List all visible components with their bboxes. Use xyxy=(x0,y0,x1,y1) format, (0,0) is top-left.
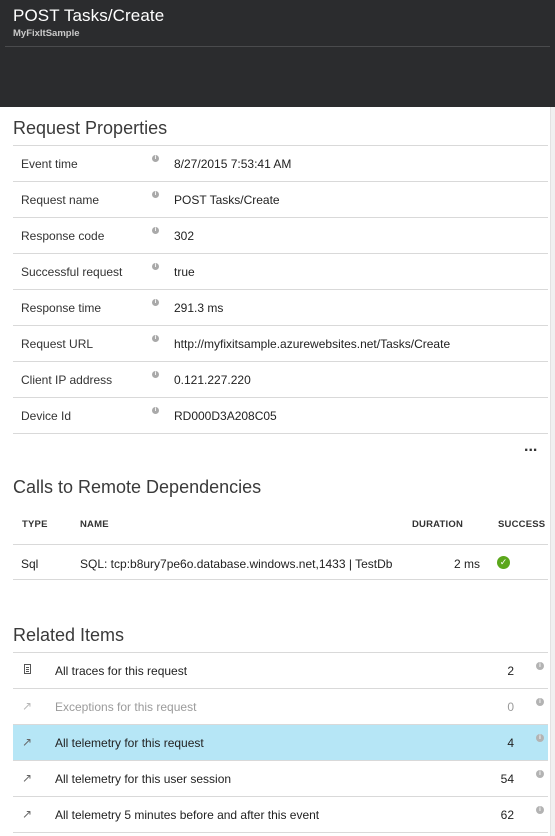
column-header-success[interactable]: SUCCESS xyxy=(498,519,545,530)
info-icon[interactable]: i xyxy=(152,299,159,306)
property-value: http://myfixitsample.azurewebsites.net/T… xyxy=(174,337,451,351)
related-item-traces[interactable]: All traces for this request 2 i xyxy=(13,652,548,688)
info-icon[interactable]: i xyxy=(152,155,159,162)
info-icon[interactable]: i xyxy=(536,662,544,670)
info-icon[interactable]: i xyxy=(152,407,159,414)
properties-bottom-divider xyxy=(13,433,548,434)
property-row-successful-request: Successful request i true xyxy=(13,253,548,289)
more-options-button[interactable]: ... xyxy=(524,439,537,455)
info-icon[interactable]: i xyxy=(152,371,159,378)
page-subtitle: MyFixItSample xyxy=(13,28,80,39)
related-item-telemetry-session[interactable]: ↗ All telemetry for this user session 54… xyxy=(13,760,548,796)
dependency-duration: 2 ms xyxy=(453,557,480,571)
info-icon[interactable]: i xyxy=(536,698,544,706)
property-label: Request name xyxy=(21,193,100,207)
property-row-response-time: Response time i 291.3 ms xyxy=(13,289,548,325)
column-header-duration[interactable]: DURATION xyxy=(412,519,463,530)
info-icon[interactable]: i xyxy=(152,335,159,342)
property-value: POST Tasks/Create xyxy=(174,193,280,207)
property-label: Response time xyxy=(21,301,102,315)
info-icon[interactable]: i xyxy=(536,806,544,814)
related-item-count: 4 xyxy=(507,736,514,750)
arrow-link-icon: ↗ xyxy=(21,699,33,713)
property-label: Response code xyxy=(21,229,105,243)
table-row[interactable]: Sql SQL: tcp:b8ury7pe6o.database.windows… xyxy=(13,544,548,580)
arrow-link-icon: ↗ xyxy=(21,807,33,821)
related-item-count: 62 xyxy=(500,808,514,822)
property-value: 8/27/2015 7:53:41 AM xyxy=(174,157,292,171)
page-title: POST Tasks/Create xyxy=(13,6,165,25)
related-item-label: All telemetry for this request xyxy=(55,736,204,750)
related-item-telemetry-window[interactable]: ↗ All telemetry 5 minutes before and aft… xyxy=(13,796,548,832)
related-item-label: All telemetry for this user session xyxy=(55,772,232,786)
property-label: Successful request xyxy=(21,265,123,279)
dependency-type: Sql xyxy=(21,557,39,571)
property-value: 0.121.227.220 xyxy=(174,373,251,387)
related-items-title: Related Items xyxy=(13,625,125,645)
related-item-count: 2 xyxy=(507,664,514,678)
header-divider xyxy=(5,46,550,47)
related-item-count: 54 xyxy=(500,772,514,786)
related-item-exceptions[interactable]: ↗ Exceptions for this request 0 i xyxy=(13,688,548,724)
property-value: 291.3 ms xyxy=(174,301,224,315)
related-item-count: 0 xyxy=(507,700,514,714)
column-header-name[interactable]: NAME xyxy=(80,519,109,530)
info-icon[interactable]: i xyxy=(152,191,159,198)
vertical-scrollbar[interactable] xyxy=(550,107,555,836)
property-value: true xyxy=(174,265,195,279)
property-label: Client IP address xyxy=(21,373,113,387)
property-label: Request URL xyxy=(21,337,94,351)
property-row-response-code: Response code i 302 xyxy=(13,217,548,253)
check-circle-icon: ✓ xyxy=(497,556,510,569)
info-icon[interactable]: i xyxy=(536,770,544,778)
related-item-telemetry-request[interactable]: ↗ All telemetry for this request 4 i xyxy=(13,724,548,760)
related-item-label: All telemetry 5 minutes before and after… xyxy=(55,808,320,822)
document-icon xyxy=(24,664,31,674)
info-icon[interactable]: i xyxy=(152,227,159,234)
related-item-label: All traces for this request xyxy=(55,664,188,678)
property-row-device-id: Device Id i RD000D3A208C05 xyxy=(13,397,548,433)
property-row-client-ip: Client IP address i 0.121.227.220 xyxy=(13,361,548,397)
blade-header: POST Tasks/Create MyFixItSample xyxy=(0,0,555,107)
property-label: Device Id xyxy=(21,409,72,423)
property-label: Event time xyxy=(21,157,78,171)
dependencies-title: Calls to Remote Dependencies xyxy=(13,477,262,497)
related-items-bottom-divider xyxy=(13,832,548,836)
related-item-label: Exceptions for this request xyxy=(55,700,197,714)
property-value: RD000D3A208C05 xyxy=(174,409,277,423)
arrow-link-icon: ↗ xyxy=(21,771,33,785)
property-row-request-url: Request URL i http://myfixitsample.azure… xyxy=(13,325,548,361)
property-value: 302 xyxy=(174,229,195,243)
property-row-event-time: Event time i 8/27/2015 7:53:41 AM xyxy=(13,145,548,181)
dependency-name: SQL: tcp:b8ury7pe6o.database.windows.net… xyxy=(80,557,393,571)
arrow-link-icon: ↗ xyxy=(21,735,33,749)
request-properties-title: Request Properties xyxy=(13,118,168,138)
info-icon[interactable]: i xyxy=(536,734,544,742)
property-row-request-name: Request name i POST Tasks/Create xyxy=(13,181,548,217)
column-header-type[interactable]: TYPE xyxy=(22,519,48,530)
info-icon[interactable]: i xyxy=(152,263,159,270)
